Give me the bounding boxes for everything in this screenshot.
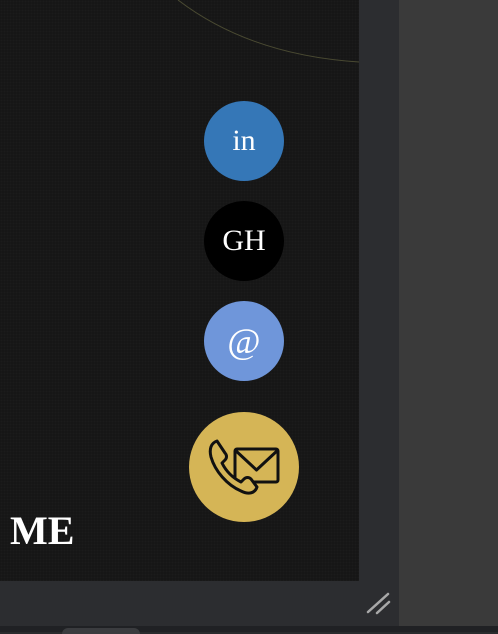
github-button[interactable]: GH	[204, 201, 284, 281]
scrollbar-track[interactable]	[359, 0, 399, 581]
contact-button[interactable]	[189, 412, 299, 522]
phone-mail-icon	[208, 439, 280, 495]
linkedin-button[interactable]: in	[204, 101, 284, 181]
decorative-arc	[177, 0, 359, 63]
bottom-bar	[0, 581, 399, 632]
linkedin-label: in	[232, 124, 256, 157]
email-label: @	[227, 321, 261, 361]
section-title: ME	[10, 508, 75, 553]
page-viewport: in GH @ ME	[0, 0, 359, 581]
github-label: GH	[222, 224, 266, 257]
bottom-tab[interactable]	[62, 628, 140, 634]
side-panel	[399, 0, 498, 632]
resize-handle-icon[interactable]	[364, 590, 392, 616]
email-button[interactable]: @	[204, 301, 284, 381]
